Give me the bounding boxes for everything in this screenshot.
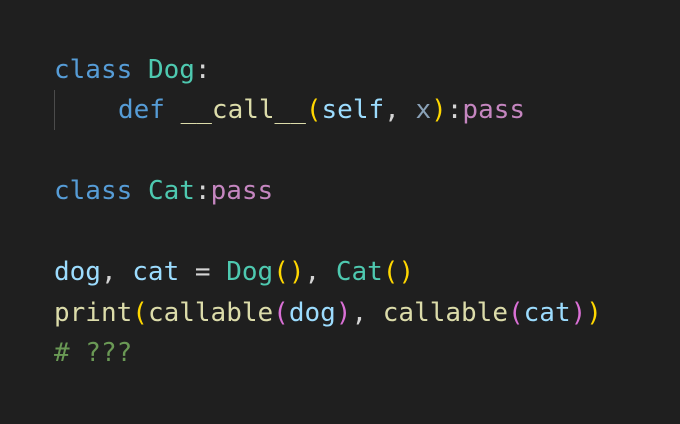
code-line-7: print(callable(dog), callable(cat)) [54,295,602,331]
function-print: print [54,298,133,328]
keyword-class: class [54,55,133,85]
comma: , [304,257,321,287]
class-call-cat: Cat [335,257,383,287]
paren-open: ( [273,298,289,328]
function-callable: callable [382,298,508,328]
class-name-dog: Dog [147,55,195,85]
method-name-call: __call__ [180,95,306,125]
paren-close: ) [586,298,602,328]
paren-open: ( [273,257,289,287]
code-line-4: class Cat:pass [54,173,273,209]
argument-dog: dog [288,298,336,328]
paren-close: ) [570,298,587,328]
paren-close: ) [431,95,447,125]
paren-open: ( [508,298,524,328]
indent-guide [54,90,55,130]
paren-close: ) [288,257,305,287]
keyword-pass: pass [210,176,274,206]
variable-cat: cat [132,257,180,287]
paren-open: ( [132,298,148,328]
keyword-pass: pass [462,95,526,125]
param-x: x [415,95,432,125]
code-line-2: def __call__(self, x):pass [118,92,525,128]
keyword-class: class [54,176,133,206]
paren-close: ) [398,257,415,287]
paren-open: ( [305,95,322,125]
paren-close: ) [335,298,352,328]
code-line-6: dog, cat = Dog(), Cat() [54,254,414,290]
code-editor[interactable]: class Dog: def __call__(self, x):pass cl… [0,0,680,424]
comma: , [384,95,400,125]
comma: , [100,257,117,287]
variable-dog: dog [54,257,101,287]
colon: : [194,55,211,85]
paren-open: ( [382,257,399,287]
function-callable: callable [147,298,274,328]
code-line-1: class Dog: [54,52,211,88]
class-name-cat: Cat [147,176,195,206]
colon: : [446,95,463,125]
code-line-8: # ??? [54,335,132,371]
comment: # ??? [54,338,133,368]
argument-cat: cat [523,298,571,328]
colon: : [194,176,211,206]
comma: , [351,298,368,328]
class-call-dog: Dog [226,257,274,287]
assign-operator: = [194,257,211,287]
param-self: self [321,95,385,125]
keyword-def: def [118,95,165,125]
